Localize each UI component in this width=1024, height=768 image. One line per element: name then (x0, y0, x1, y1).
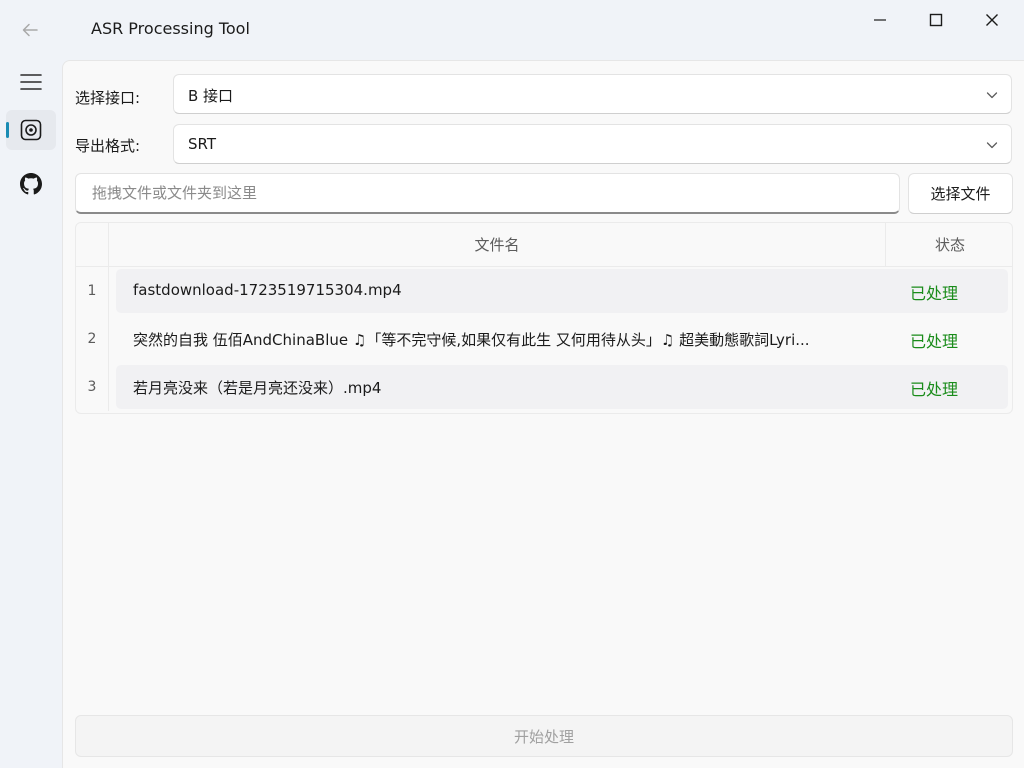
format-label: 导出格式: (75, 137, 141, 155)
selected-indicator (6, 122, 9, 138)
select-file-button[interactable]: 选择文件 (908, 173, 1013, 214)
chevron-down-icon (986, 92, 998, 99)
nav-item-github[interactable] (6, 164, 56, 204)
api-label: 选择接口: (75, 89, 141, 107)
column-header-status[interactable]: 状态 (886, 223, 1012, 267)
start-processing-button[interactable]: 开始处理 (75, 715, 1013, 757)
api-combobox-value: B 接口 (188, 87, 234, 105)
main-content: 选择接口: B 接口 导出格式: SRT 选择文件 文件名 状态 1 fastd… (62, 60, 1024, 768)
column-header-filename[interactable]: 文件名 (109, 223, 886, 267)
nav-item-asr[interactable] (6, 110, 56, 150)
row-status: 已处理 (910, 284, 959, 303)
table-row[interactable]: 2 突然的自我 伍佰AndChinaBlue ♫「等不完守候,如果仅有此生 又何… (76, 315, 1012, 363)
table-corner (76, 223, 109, 267)
close-button[interactable] (964, 0, 1020, 40)
navigation-sidebar (0, 60, 60, 768)
row-filename: 若月亮没来（若是月亮还没来）.mp4 (133, 379, 382, 397)
row-status: 已处理 (910, 332, 959, 351)
back-button[interactable] (14, 14, 46, 46)
file-drop-input[interactable] (75, 173, 900, 214)
row-status: 已处理 (910, 380, 959, 399)
row-index: 3 (76, 363, 109, 411)
app-title: ASR Processing Tool (91, 19, 250, 38)
close-icon (986, 14, 998, 26)
row-filename: 突然的自我 伍佰AndChinaBlue ♫「等不完守候,如果仅有此生 又何用待… (133, 331, 810, 349)
maximize-icon (929, 13, 943, 27)
row-index: 1 (76, 267, 109, 315)
row-index: 2 (76, 315, 109, 363)
target-icon (20, 119, 42, 141)
table-row[interactable]: 3 若月亮没来（若是月亮还没来）.mp4 已处理 (76, 363, 1012, 411)
github-icon (20, 173, 42, 195)
format-combobox-value: SRT (188, 135, 217, 153)
minimize-icon (874, 19, 886, 21)
format-combobox[interactable]: SRT (173, 124, 1012, 164)
api-combobox[interactable]: B 接口 (173, 74, 1012, 114)
hamburger-menu-icon (20, 74, 42, 90)
chevron-down-icon (986, 142, 998, 149)
table-row[interactable]: 1 fastdownload-1723519715304.mp4 已处理 (76, 267, 1012, 315)
row-filename: fastdownload-1723519715304.mp4 (133, 281, 402, 299)
title-bar: ASR Processing Tool (0, 0, 1024, 60)
minimize-button[interactable] (852, 0, 908, 40)
arrow-left-icon (22, 23, 38, 37)
maximize-button[interactable] (908, 0, 964, 40)
file-table: 文件名 状态 1 fastdownload-1723519715304.mp4 … (75, 222, 1013, 414)
menu-button[interactable] (6, 62, 56, 102)
